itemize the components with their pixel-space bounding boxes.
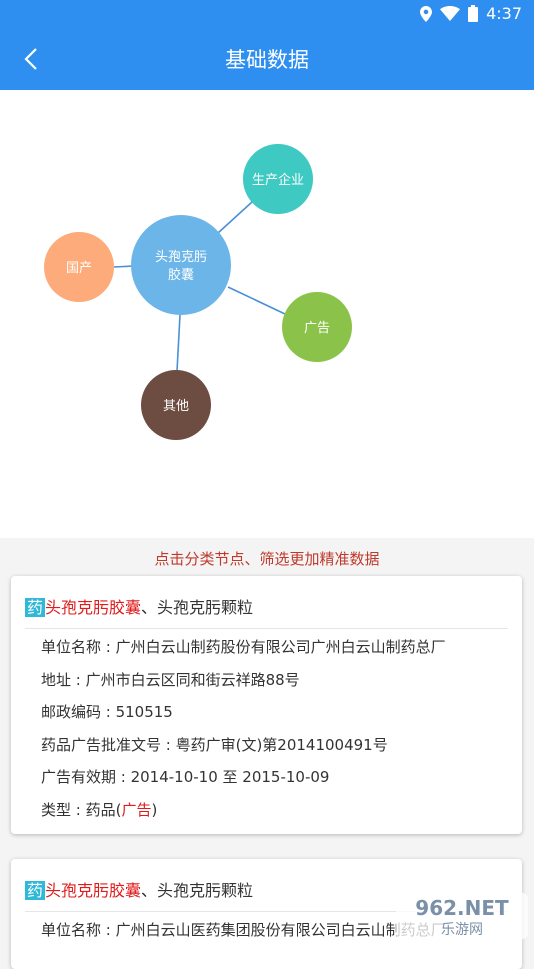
card-title-highlight: 头孢克肟胶囊 — [45, 598, 142, 617]
app-bar: 基础数据 — [0, 28, 534, 90]
battery-icon — [468, 5, 479, 22]
approval-number: 药品广告批准文号 : 粤药广审(文)第2014100491号 — [41, 735, 388, 754]
node-ad-label: 广告 — [304, 321, 330, 336]
drug-tag: 药 — [25, 881, 46, 900]
center-node-label-1: 头孢克肟 — [155, 250, 207, 265]
center-node-label-2: 胶囊 — [168, 267, 194, 283]
card-title: 药头孢克肟胶囊、头孢克肟颗粒 — [11, 576, 522, 629]
center-node-circle — [131, 215, 231, 315]
edge-company — [217, 201, 253, 234]
watermark-bottom: 乐游网 — [441, 922, 483, 938]
node-domestic[interactable]: 国产 — [44, 232, 114, 302]
node-ad[interactable]: 广告 — [282, 292, 352, 362]
result-card[interactable]: 药头孢克肟胶囊、头孢克肟颗粒 单位名称 : 广州白云山制药股份有限公司广州白云山… — [11, 576, 522, 834]
node-company[interactable]: 生产企业 — [243, 144, 313, 214]
edge-ad — [227, 286, 286, 315]
node-other-label: 其他 — [163, 399, 189, 414]
address: 地址 : 广州市白云区同和街云祥路88号 — [41, 670, 300, 689]
validity-period: 广告有效期 : 2014-10-10 至 2015-10-09 — [41, 768, 330, 786]
card-title-highlight: 头孢克肟胶囊 — [45, 881, 142, 900]
drug-tag: 药 — [25, 598, 46, 617]
wifi-icon — [440, 6, 461, 21]
card-title-rest: 、头孢克肟颗粒 — [141, 598, 254, 617]
status-time: 4:37 — [486, 4, 522, 23]
postal-code: 邮政编码 : 510515 — [41, 703, 173, 721]
location-icon — [420, 5, 433, 22]
watermark-logo: 962.NET 乐游网 — [396, 893, 528, 943]
type-suffix: ) — [151, 800, 158, 819]
type-row: 类型 : 药品(广告) — [41, 794, 508, 827]
status-bar: 4:37 — [0, 0, 534, 28]
filter-hint: 点击分类节点、筛选更加精准数据 — [154, 550, 380, 568]
type-value: 广告 — [121, 800, 152, 819]
node-other[interactable]: 其他 — [141, 370, 211, 440]
center-node[interactable]: 头孢克肟 胶囊 — [131, 215, 231, 315]
watermark-top: 962.NET — [415, 896, 509, 920]
edge-other — [176, 314, 181, 372]
node-domestic-label: 国产 — [66, 261, 92, 276]
edge-domestic — [113, 265, 134, 268]
node-company-label: 生产企业 — [252, 172, 304, 188]
relation-graph: 头孢克肟 胶囊 生产企业 国产 广告 其他 — [0, 90, 534, 538]
company-name: 单位名称 : 广州白云山制药股份有限公司广州白云山制药总厂 — [41, 638, 446, 656]
card-title-rest: 、头孢克肟颗粒 — [141, 881, 254, 900]
type-prefix: 类型 : 药品( — [41, 800, 122, 819]
page-title: 基础数据 — [225, 48, 309, 72]
status-icons: 4:37 — [420, 4, 522, 23]
